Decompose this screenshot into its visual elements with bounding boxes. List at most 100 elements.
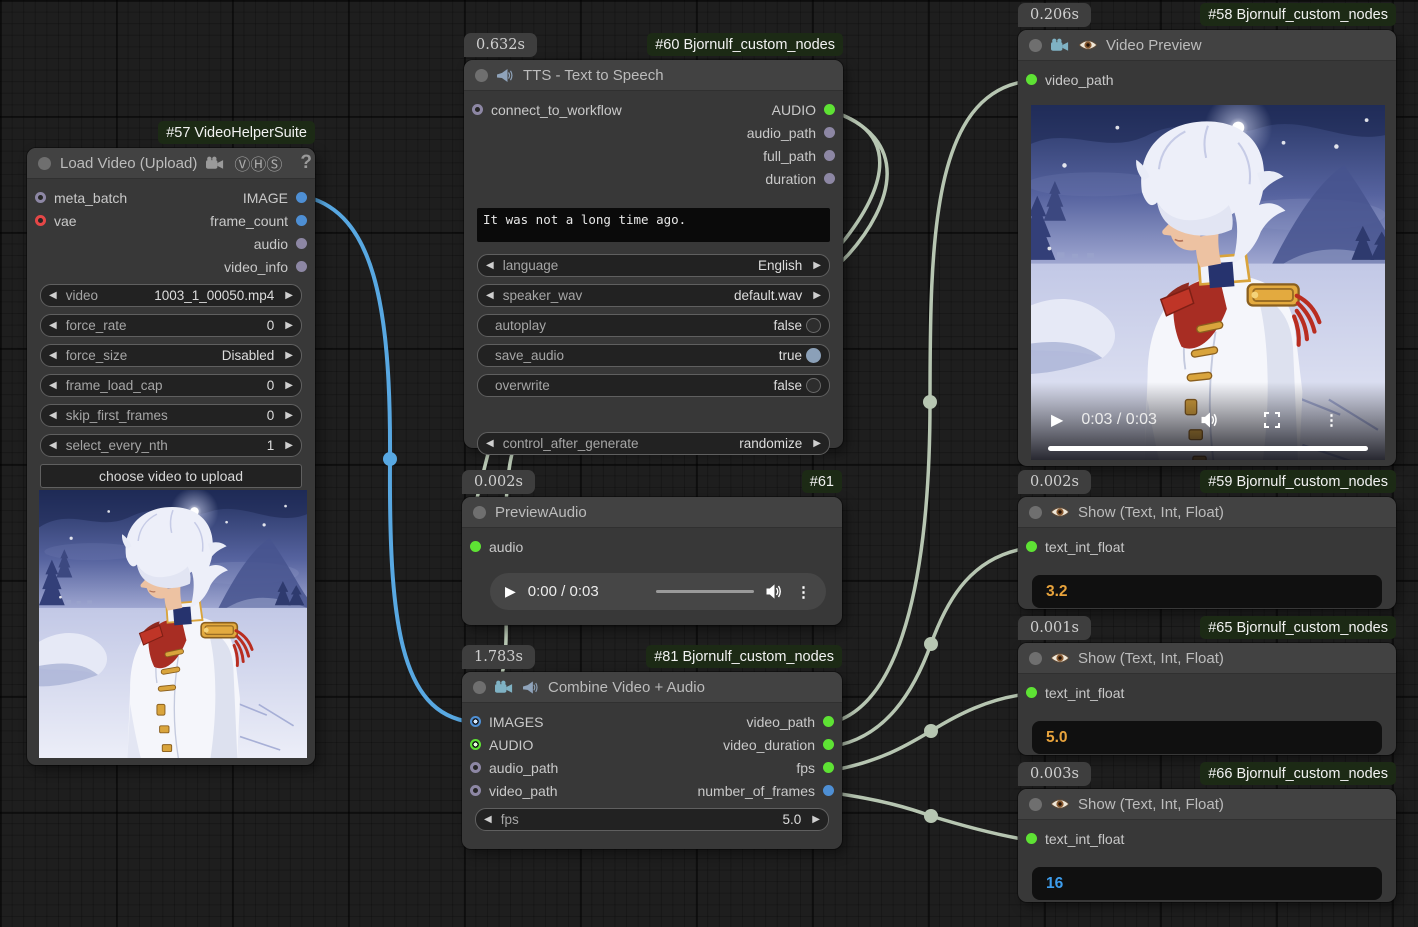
kebab-menu-icon[interactable]: ⋮ [796, 583, 811, 601]
node-header[interactable]: Show (Text, Int, Float) [1018, 789, 1396, 820]
video-progress-bar[interactable] [1048, 446, 1368, 451]
input-slot-text-int-float[interactable]: text_int_float [1026, 831, 1124, 847]
slot-dot[interactable] [824, 104, 835, 115]
node-show-59[interactable]: 0.002s #59 Bjornulf_custom_nodes Show (T… [1018, 497, 1396, 609]
right-arrow-icon[interactable]: ▶ [812, 815, 820, 825]
right-arrow-icon[interactable]: ▶ [813, 439, 821, 449]
slot-dot[interactable] [823, 739, 834, 750]
widget-frame-load-cap[interactable]: ◀frame_load_cap0▶ [40, 374, 302, 397]
widget-overwrite[interactable]: overwritefalse [477, 374, 830, 397]
node-header[interactable]: TTS - Text to Speech [464, 60, 843, 91]
input-slot-video-path[interactable]: video_path [470, 783, 558, 799]
input-slot-text-int-float[interactable]: text_int_float [1026, 539, 1124, 555]
slot-dot[interactable] [35, 215, 46, 226]
node-show-66[interactable]: 0.003s #66 Bjornulf_custom_nodes Show (T… [1018, 789, 1396, 902]
widget-speaker-wav[interactable]: ◀speaker_wavdefault.wav▶ [477, 284, 830, 307]
toggle-icon[interactable] [806, 378, 821, 393]
audio-player[interactable]: ▶ 0:00 / 0:03 ⋮ [490, 573, 826, 610]
video-player[interactable]: ▶ 0:03 / 0:03 ⋮ [1031, 105, 1385, 460]
right-arrow-icon[interactable]: ▶ [285, 291, 293, 301]
left-arrow-icon[interactable]: ◀ [49, 441, 57, 451]
input-slot-audio[interactable]: AUDIO [470, 737, 533, 753]
output-slot-video-duration[interactable]: video_duration [723, 737, 834, 753]
fullscreen-icon[interactable] [1264, 412, 1280, 428]
node-preview-audio[interactable]: 0.002s #61 PreviewAudio audio ▶ 0:00 / 0… [462, 497, 842, 625]
tts-text-input[interactable]: It was not a long time ago. [477, 208, 830, 242]
slot-dot[interactable] [824, 173, 835, 184]
left-arrow-icon[interactable]: ◀ [49, 411, 57, 421]
choose-video-button[interactable]: choose video to upload [40, 464, 302, 488]
input-slot-video-path[interactable]: video_path [1026, 72, 1114, 88]
slot-dot[interactable] [824, 127, 835, 138]
output-slot-audio[interactable]: AUDIO [772, 102, 835, 118]
right-arrow-icon[interactable]: ▶ [285, 321, 293, 331]
output-slot-audio-path[interactable]: audio_path [747, 125, 835, 141]
slot-dot[interactable] [470, 739, 481, 750]
input-slot-vae[interactable]: vae [35, 213, 77, 229]
toggle-icon[interactable] [806, 348, 821, 363]
reroute-dot[interactable] [924, 637, 938, 651]
left-arrow-icon[interactable]: ◀ [486, 261, 494, 271]
play-icon[interactable]: ▶ [505, 583, 516, 600]
slot-dot[interactable] [470, 716, 481, 727]
slot-dot[interactable] [35, 192, 46, 203]
widget-autoplay[interactable]: autoplayfalse [477, 314, 830, 337]
node-header[interactable]: Load Video (Upload) ⓋⒽⓈ ? [27, 148, 315, 179]
slot-dot[interactable] [823, 785, 834, 796]
output-slot-duration[interactable]: duration [765, 171, 835, 187]
node-header[interactable]: Combine Video + Audio [462, 672, 842, 703]
input-slot-meta-batch[interactable]: meta_batch [35, 190, 127, 206]
right-arrow-icon[interactable]: ▶ [285, 381, 293, 391]
widget-video[interactable]: ◀video1003_1_00050.mp4▶ [40, 284, 302, 307]
help-icon[interactable]: ? [300, 152, 312, 174]
output-slot-frame-count[interactable]: frame_count [210, 213, 307, 229]
node-header[interactable]: Show (Text, Int, Float) [1018, 643, 1396, 674]
volume-icon[interactable] [766, 584, 784, 599]
widget-language[interactable]: ◀languageEnglish▶ [477, 254, 830, 277]
widget-force-rate[interactable]: ◀force_rate0▶ [40, 314, 302, 337]
input-slot-audio-path[interactable]: audio_path [470, 760, 558, 776]
right-arrow-icon[interactable]: ▶ [285, 411, 293, 421]
reroute-dot[interactable] [923, 395, 937, 409]
widget-control-after-generate[interactable]: ◀control_after_generaterandomize▶ [477, 432, 830, 455]
reroute-dot[interactable] [924, 809, 938, 823]
slot-dot[interactable] [470, 785, 481, 796]
node-combine-video-audio[interactable]: 1.783s #81 Bjornulf_custom_nodes Combine… [462, 672, 842, 849]
node-load-video[interactable]: #57 VideoHelperSuite Load Video (Upload)… [27, 148, 315, 765]
widget-select-every-nth[interactable]: ◀select_every_nth1▶ [40, 434, 302, 457]
input-slot-connect-to-workflow[interactable]: connect_to_workflow [472, 102, 622, 118]
widget-skip-first-frames[interactable]: ◀skip_first_frames0▶ [40, 404, 302, 427]
left-arrow-icon[interactable]: ◀ [486, 439, 494, 449]
slot-dot[interactable] [470, 541, 481, 552]
left-arrow-icon[interactable]: ◀ [49, 381, 57, 391]
node-header[interactable]: Show (Text, Int, Float) [1018, 497, 1396, 528]
play-icon[interactable]: ▶ [1051, 410, 1063, 430]
slot-dot[interactable] [472, 104, 483, 115]
right-arrow-icon[interactable]: ▶ [285, 351, 293, 361]
output-slot-audio[interactable]: audio [254, 236, 307, 252]
widget-fps[interactable]: ◀fps5.0▶ [475, 808, 829, 831]
output-slot-image[interactable]: IMAGE [243, 190, 307, 206]
slot-dot[interactable] [296, 215, 307, 226]
right-arrow-icon[interactable]: ▶ [813, 291, 821, 301]
left-arrow-icon[interactable]: ◀ [484, 815, 492, 825]
reroute-dot[interactable] [383, 452, 397, 466]
node-show-65[interactable]: 0.001s #65 Bjornulf_custom_nodes Show (T… [1018, 643, 1396, 755]
left-arrow-icon[interactable]: ◀ [49, 291, 57, 301]
slot-dot[interactable] [1026, 833, 1037, 844]
left-arrow-icon[interactable]: ◀ [49, 321, 57, 331]
widget-save-audio[interactable]: save_audiotrue [477, 344, 830, 367]
kebab-menu-icon[interactable]: ⋮ [1324, 411, 1339, 429]
slot-dot[interactable] [296, 261, 307, 272]
slot-dot[interactable] [1026, 541, 1037, 552]
slot-dot[interactable] [296, 238, 307, 249]
output-slot-video-info[interactable]: video_info [224, 259, 307, 275]
slot-dot[interactable] [824, 150, 835, 161]
slot-dot[interactable] [1026, 687, 1037, 698]
slot-dot[interactable] [1026, 74, 1037, 85]
input-slot-audio[interactable]: audio [470, 539, 523, 555]
right-arrow-icon[interactable]: ▶ [813, 261, 821, 271]
node-header[interactable]: Video Preview [1018, 30, 1396, 61]
left-arrow-icon[interactable]: ◀ [49, 351, 57, 361]
left-arrow-icon[interactable]: ◀ [486, 291, 494, 301]
